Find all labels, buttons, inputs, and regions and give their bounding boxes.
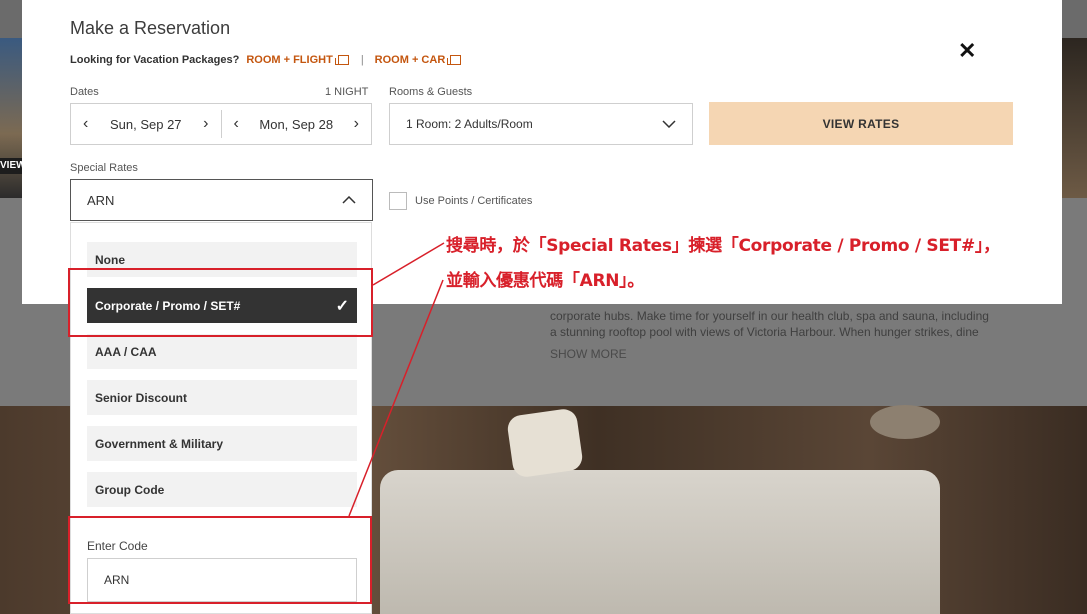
annotation-line-1: 搜尋時，於「Special Rates」揀選「Corporate / Promo… xyxy=(446,236,1000,256)
annotation-lines xyxy=(348,242,445,517)
annotation-line-2: 並輸入優惠代碼「ARN」。 xyxy=(446,271,645,291)
annotation-line xyxy=(348,279,444,517)
annotation-line xyxy=(372,242,445,286)
